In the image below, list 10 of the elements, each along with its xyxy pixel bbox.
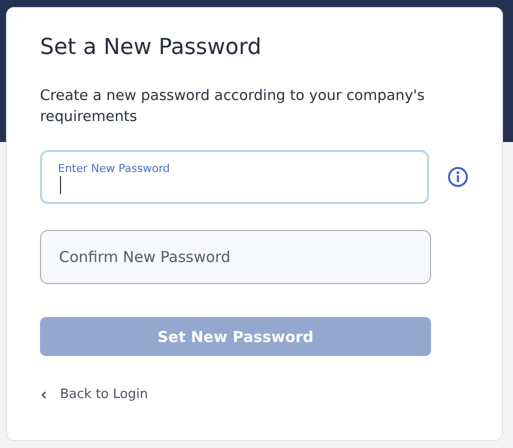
field-label: Enter New Password [58, 162, 170, 175]
info-icon[interactable] [447, 166, 469, 188]
back-to-login-link[interactable]: Back to Login [60, 387, 148, 402]
password-field[interactable]: Confirm New Password [40, 230, 431, 284]
password-field[interactable]: Enter New Password [40, 150, 430, 204]
text-cursor [60, 176, 61, 194]
field-label: Confirm New Password [59, 248, 230, 266]
chevron-left-icon[interactable] [40, 390, 48, 400]
description-text: Create a new password according to your company's requirements [40, 87, 426, 127]
page-title: Set a New Password [40, 34, 262, 62]
